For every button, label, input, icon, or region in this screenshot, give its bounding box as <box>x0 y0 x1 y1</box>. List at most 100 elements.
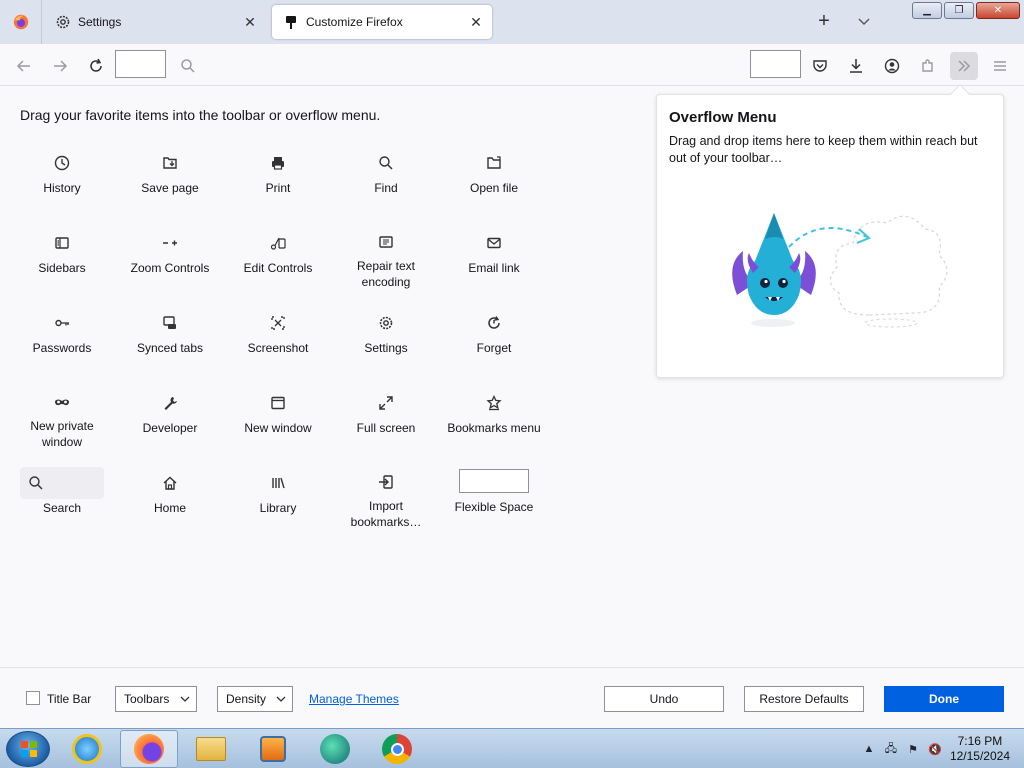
clock[interactable]: 7:16 PM 12/15/2024 <box>950 734 1010 764</box>
pocket-icon[interactable] <box>806 52 834 80</box>
tab-settings[interactable]: Settings ✕ <box>44 5 266 39</box>
palette-item-zoom-controls[interactable]: Zoom Controls <box>116 220 224 290</box>
clock-icon <box>53 154 71 172</box>
taskbar-firefox[interactable] <box>120 730 178 768</box>
palette-item-open-file[interactable]: Open file <box>440 140 548 210</box>
palette-item-label: Library <box>259 501 297 515</box>
palette-item-label: Synced tabs <box>136 341 204 355</box>
private-mask-icon <box>53 394 71 410</box>
windows-start-button[interactable] <box>6 731 50 767</box>
palette-item-find[interactable]: Find <box>332 140 440 210</box>
clock-time: 7:16 PM <box>957 734 1003 748</box>
search-icon <box>20 467 104 499</box>
back-arrow-icon[interactable] <box>10 52 38 80</box>
palette-item-search[interactable]: Search <box>8 460 116 530</box>
palette-item-synced-tabs[interactable]: Synced tabs <box>116 300 224 370</box>
palette-item-label: Find <box>374 181 398 195</box>
palette-item-edit-controls[interactable]: Edit Controls <box>224 220 332 290</box>
overflow-title: Overflow Menu <box>669 109 777 126</box>
toolbar-spring-placeholder[interactable] <box>750 50 801 78</box>
network-icon[interactable]: 🖧 <box>884 742 898 756</box>
palette-item-label: Forget <box>476 341 512 355</box>
internet-explorer-icon <box>72 734 102 764</box>
toolbars-dropdown[interactable]: Toolbars <box>115 686 197 712</box>
restore-icon[interactable]: ❐ <box>944 2 974 19</box>
account-icon[interactable] <box>878 52 906 80</box>
manage-themes-link[interactable]: Manage Themes <box>309 692 399 718</box>
undo-button[interactable]: Undo <box>604 686 724 712</box>
taskbar-media-player[interactable] <box>244 730 302 768</box>
palette-item-label: History <box>43 181 81 195</box>
taskbar-file-explorer[interactable] <box>182 730 240 768</box>
palette-item-label: Save page <box>141 181 199 195</box>
density-dropdown[interactable]: Density <box>217 686 293 712</box>
new-tab-plus-icon[interactable]: + <box>814 11 834 32</box>
folder-icon <box>196 737 226 761</box>
palette-item-email-link[interactable]: Email link <box>440 220 548 290</box>
palette-item-new-private-window[interactable]: New private window <box>8 380 116 450</box>
title-bar-checkbox[interactable] <box>26 691 40 705</box>
list-all-tabs-chevron-icon[interactable] <box>854 12 874 32</box>
palette-item-developer[interactable]: Developer <box>116 380 224 450</box>
clock-date: 12/15/2024 <box>949 749 1010 763</box>
palette-item-save-page[interactable]: Save page <box>116 140 224 210</box>
firefox-icon <box>134 734 164 764</box>
extensions-puzzle-icon[interactable] <box>914 52 942 80</box>
palette-item-import-bookmarks[interactable]: Import bookmarks… <box>332 460 440 530</box>
wrench-icon <box>161 394 179 412</box>
fullscreen-icon <box>377 394 395 412</box>
palette-item-history[interactable]: History <box>8 140 116 210</box>
firefox-view-button[interactable] <box>0 0 42 44</box>
palette-item-home[interactable]: Home <box>116 460 224 530</box>
windows-logo-icon <box>21 741 37 757</box>
palette-item-label: Sidebars <box>38 261 86 275</box>
search-icon <box>377 154 395 172</box>
show-hidden-icons-icon[interactable]: ▲ <box>862 742 876 756</box>
flag-icon[interactable]: ⚑ <box>906 742 920 756</box>
forward-arrow-icon[interactable] <box>46 52 74 80</box>
palette-item-screenshot[interactable]: Screenshot <box>224 300 332 370</box>
hamburger-menu-icon[interactable] <box>986 52 1014 80</box>
tab-customize-firefox[interactable]: Customize Firefox ✕ <box>272 5 492 39</box>
reload-icon[interactable] <box>82 52 110 80</box>
overflow-description: Drag and drop items here to keep them wi… <box>669 134 978 165</box>
overflow-chevron-icon[interactable] <box>950 52 978 80</box>
palette-item-sidebars[interactable]: Sidebars <box>8 220 116 290</box>
palette-item-full-screen[interactable]: Full screen <box>332 380 440 450</box>
volume-muted-icon[interactable]: 🔇 <box>928 742 942 756</box>
toolbar-spring-placeholder[interactable] <box>115 50 166 78</box>
palette-item-flexible-space[interactable]: Flexible Space <box>440 460 548 530</box>
palette-heading: Drag your favorite items into the toolba… <box>20 107 381 123</box>
system-tray: ▲ 🖧 ⚑ 🔇 7:16 PM 12/15/2024 <box>862 729 1024 768</box>
close-icon[interactable]: ✕ <box>242 14 258 30</box>
restore-defaults-button[interactable]: Restore Defaults <box>744 686 864 712</box>
sidebar-icon <box>53 234 71 252</box>
palette-item-new-window[interactable]: New window <box>224 380 332 450</box>
palette-item-passwords[interactable]: Passwords <box>8 300 116 370</box>
download-icon[interactable] <box>842 52 870 80</box>
folder-icon <box>485 154 503 172</box>
windows-taskbar: ▲ 🖧 ⚑ 🔇 7:16 PM 12/15/2024 <box>0 728 1024 768</box>
palette-item-library[interactable]: Library <box>224 460 332 530</box>
palette-item-forget[interactable]: Forget <box>440 300 548 370</box>
palette-item-repair-text-encoding[interactable]: Repair text encoding <box>332 220 440 290</box>
palette-item-settings[interactable]: Settings <box>332 300 440 370</box>
palette-item-label: Print <box>265 181 291 195</box>
palette-item-bookmarks-menu[interactable]: Bookmarks menu <box>440 380 548 450</box>
palette-item-label: Passwords <box>32 341 92 355</box>
taskbar-chrome[interactable] <box>368 730 426 768</box>
done-button[interactable]: Done <box>884 686 1004 712</box>
edit-icon <box>269 234 287 252</box>
mail-icon <box>485 234 503 252</box>
overflow-menu-panel[interactable]: Overflow Menu Drag and drop items here t… <box>656 84 1004 378</box>
search-icon[interactable] <box>174 52 202 80</box>
palette-item-print[interactable]: Print <box>224 140 332 210</box>
close-icon[interactable]: ✕ <box>468 14 484 30</box>
palette-item-label: Zoom Controls <box>130 261 210 275</box>
import-icon <box>377 474 395 490</box>
minimize-icon[interactable]: ▁ <box>912 2 942 19</box>
taskbar-internet-explorer[interactable] <box>58 730 116 768</box>
palette-item-label: Search <box>42 501 82 515</box>
close-window-icon[interactable]: ✕ <box>976 2 1020 19</box>
taskbar-app[interactable] <box>306 730 364 768</box>
